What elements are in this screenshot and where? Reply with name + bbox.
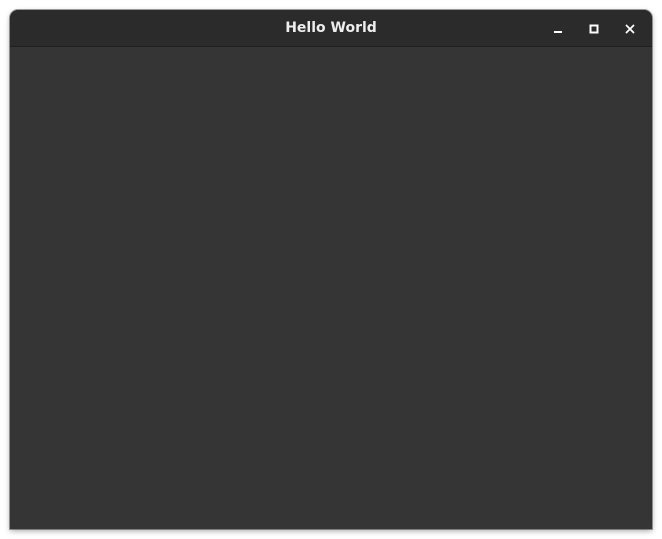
app-window: Hello World [10, 10, 652, 529]
maximize-button[interactable] [576, 14, 612, 44]
close-icon [625, 24, 635, 33]
minimize-button[interactable] [540, 14, 576, 44]
title-bar[interactable]: Hello World [10, 10, 652, 47]
window-controls [540, 10, 648, 47]
minimize-icon [554, 30, 562, 33]
window-content [10, 47, 652, 529]
close-button[interactable] [612, 14, 648, 44]
maximize-icon [589, 24, 599, 33]
